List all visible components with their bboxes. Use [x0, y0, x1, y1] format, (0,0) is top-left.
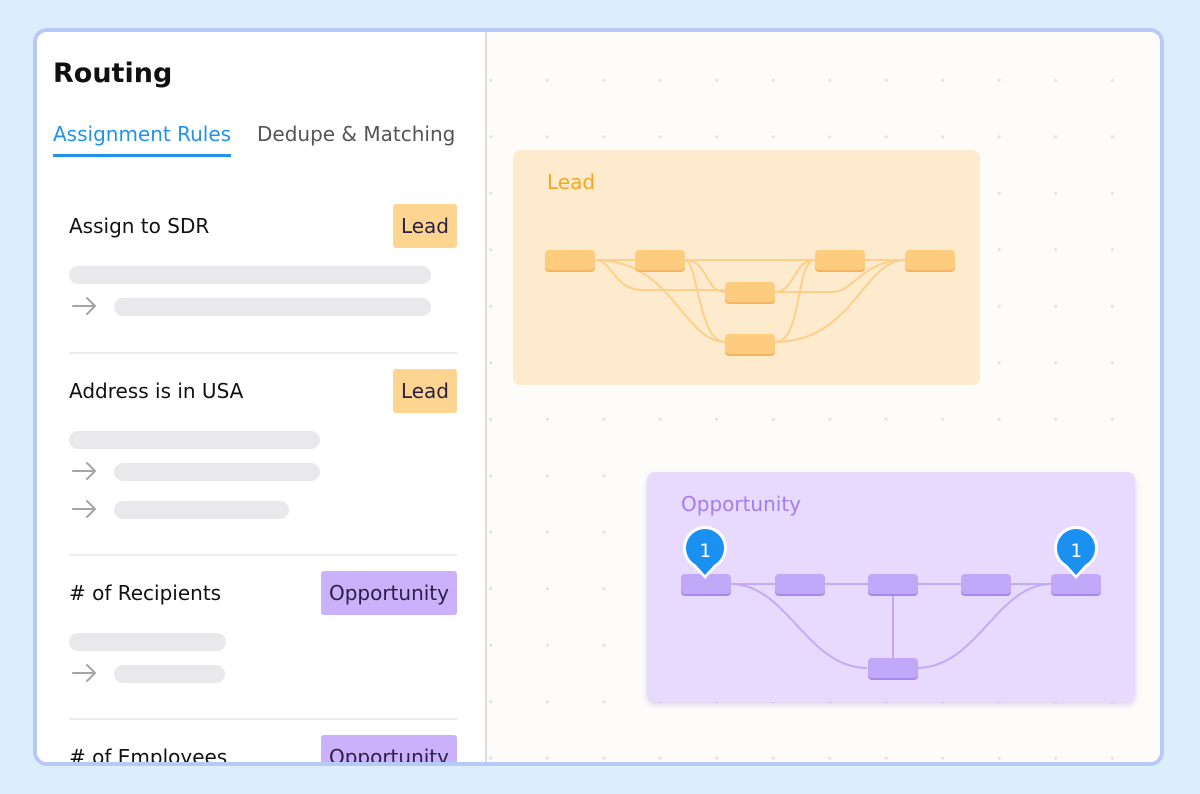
flow-node[interactable]: [868, 658, 918, 678]
status-badge: Opportunity: [320, 571, 457, 615]
flow-node[interactable]: [815, 250, 865, 270]
flow-node[interactable]: [725, 282, 775, 302]
placeholder-bar: [114, 665, 225, 683]
rule-title: # of Employees: [69, 745, 228, 766]
tab-dedupe-matching[interactable]: Dedupe & Matching: [257, 122, 455, 146]
status-badge: Lead: [392, 369, 457, 413]
rule-item[interactable]: Address is in USA Lead: [69, 369, 457, 549]
placeholder-bar: [114, 501, 289, 519]
rule-item[interactable]: # of Employees Opportunity: [69, 735, 457, 766]
arrow-right-icon: [72, 664, 96, 682]
status-badge: Lead: [392, 204, 457, 248]
flow-node[interactable]: [725, 334, 775, 354]
divider: [69, 352, 457, 354]
location-pin-icon[interactable]: 1: [680, 522, 730, 582]
routing-window: Routing Assignment Rules Dedupe & Matchi…: [33, 28, 1164, 766]
divider: [69, 718, 457, 720]
flow-node[interactable]: [545, 250, 595, 270]
placeholder-bar: [69, 633, 226, 651]
location-pin-icon[interactable]: 1: [1051, 522, 1101, 582]
placeholder-bar: [114, 298, 431, 316]
arrow-right-icon: [72, 462, 96, 480]
divider: [69, 554, 457, 556]
flow-node[interactable]: [775, 574, 825, 594]
rule-title: Address is in USA: [69, 379, 244, 403]
placeholder-bar: [69, 431, 320, 449]
rule-item[interactable]: Assign to SDR Lead: [69, 204, 457, 344]
pin-count: 1: [1070, 540, 1081, 562]
arrow-right-icon: [72, 297, 96, 315]
placeholder-bar: [114, 463, 320, 481]
flow-node[interactable]: [905, 250, 955, 270]
rule-title: Assign to SDR: [69, 214, 210, 238]
status-badge: Opportunity: [320, 735, 457, 762]
flow-node[interactable]: [635, 250, 685, 270]
rule-item[interactable]: # of Recipients Opportunity: [69, 571, 457, 711]
flow-node[interactable]: [961, 574, 1011, 594]
page-title: Routing: [53, 58, 173, 89]
flow-canvas[interactable]: Lead Opportunity 1 1: [487, 32, 1160, 762]
routing-panel: Routing Assignment Rules Dedupe & Matchi…: [37, 32, 487, 762]
lead-flow-group[interactable]: Lead: [513, 150, 980, 385]
placeholder-bar: [69, 266, 431, 284]
pin-count: 1: [699, 540, 710, 562]
tab-assignment-rules[interactable]: Assignment Rules: [53, 122, 232, 157]
rule-title: # of Recipients: [69, 581, 222, 605]
arrow-right-icon: [72, 500, 96, 518]
opportunity-flow-group[interactable]: Opportunity 1 1: [647, 472, 1135, 702]
flow-node[interactable]: [868, 574, 918, 594]
